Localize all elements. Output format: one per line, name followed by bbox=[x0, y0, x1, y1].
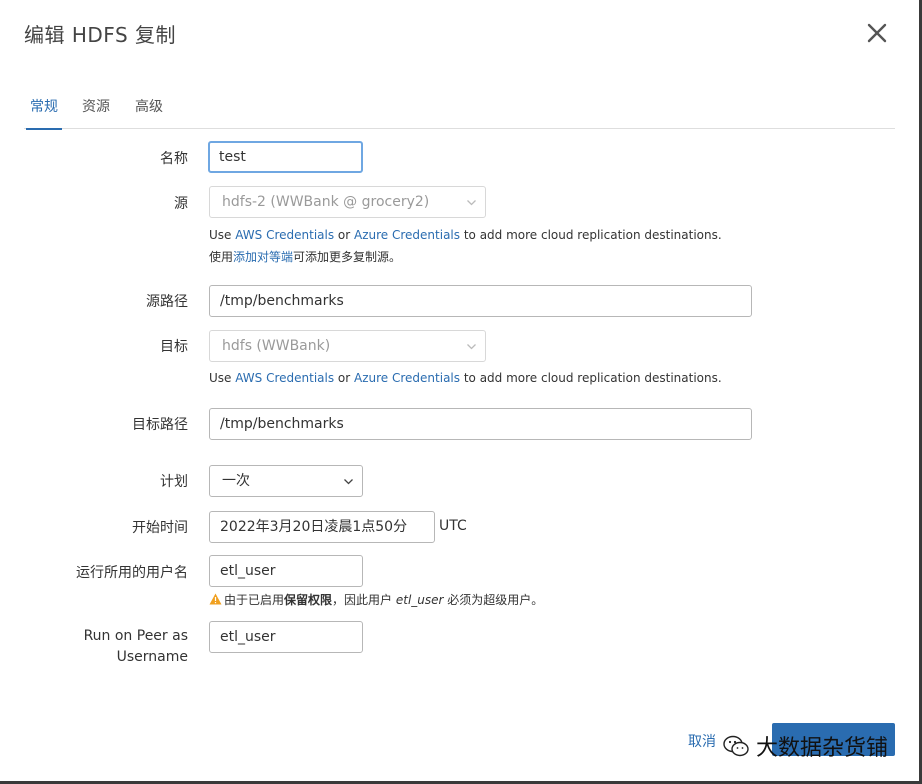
dialog-title: 编辑 HDFS 复制 bbox=[24, 23, 177, 47]
timezone-label: UTC bbox=[439, 518, 467, 534]
help-text: Use bbox=[209, 228, 236, 242]
warning-text: 由于已启用 bbox=[224, 593, 285, 607]
azure-credentials-link[interactable]: Azure Credentials bbox=[354, 228, 460, 242]
target-select-value: hdfs (WWBank) bbox=[222, 338, 331, 354]
help-text: 可添加更多复制源。 bbox=[293, 250, 402, 264]
tab-resources[interactable]: 资源 bbox=[82, 96, 110, 129]
tab-general[interactable]: 常规 bbox=[26, 96, 62, 130]
schedule-select[interactable]: 一次 bbox=[209, 465, 363, 497]
target-path-label: 目标路径 bbox=[132, 417, 188, 433]
azure-credentials-link[interactable]: Azure Credentials bbox=[354, 371, 460, 385]
source-label: 源 bbox=[174, 196, 188, 212]
help-text: Use bbox=[209, 371, 236, 385]
close-icon[interactable] bbox=[864, 20, 890, 46]
warning-text: 必须为超级用户。 bbox=[443, 593, 544, 607]
warning-icon bbox=[209, 593, 222, 605]
aws-credentials-link[interactable]: AWS Credentials bbox=[235, 228, 334, 242]
target-label: 目标 bbox=[160, 339, 188, 355]
help-text: or bbox=[334, 371, 355, 385]
target-help-aws-azure: Use AWS Credentials or Azure Credentials… bbox=[209, 371, 722, 385]
wechat-icon bbox=[723, 735, 749, 757]
help-text: 使用 bbox=[209, 250, 234, 264]
cancel-button[interactable]: 取消 bbox=[688, 731, 716, 751]
tab-bar: 常规 资源 高级 bbox=[24, 96, 895, 130]
watermark-text: 大数据杂货铺 bbox=[756, 736, 889, 761]
tab-advanced[interactable]: 高级 bbox=[135, 96, 163, 129]
warning-text: ，因此用户 bbox=[332, 593, 396, 607]
help-text: to add more cloud replication destinatio… bbox=[460, 228, 722, 242]
run-as-user-input[interactable]: etl_user bbox=[209, 555, 363, 587]
chevron-down-icon bbox=[467, 344, 476, 350]
warning-username: etl_user bbox=[395, 593, 444, 607]
schedule-select-value: 一次 bbox=[222, 473, 250, 489]
name-label: 名称 bbox=[160, 151, 188, 167]
name-input[interactable]: test bbox=[208, 141, 363, 173]
start-time-input[interactable]: 2022年3月20日凌晨1点50分 bbox=[209, 511, 435, 543]
run-on-peer-input[interactable]: etl_user bbox=[209, 621, 363, 653]
start-time-label: 开始时间 bbox=[132, 520, 188, 536]
target-select[interactable]: hdfs (WWBank) bbox=[209, 330, 486, 362]
schedule-label: 计划 bbox=[160, 474, 188, 490]
watermark: 大数据杂货铺 bbox=[722, 730, 888, 762]
source-path-label: 源路径 bbox=[146, 294, 188, 310]
add-peer-link[interactable]: 添加对等端 bbox=[233, 250, 293, 264]
source-help-aws-azure: Use AWS Credentials or Azure Credentials… bbox=[209, 228, 722, 242]
warning-text-bold: 保留权限 bbox=[284, 593, 333, 607]
run-on-peer-label-line1: Run on Peer as bbox=[83, 628, 188, 644]
source-path-input[interactable]: /tmp/benchmarks bbox=[209, 285, 752, 317]
source-help-add-peer: 使用添加对等端可添加更多复制源。 bbox=[209, 248, 401, 265]
source-select-value: hdfs-2 (WWBank @ grocery2) bbox=[222, 194, 430, 210]
run-as-user-label: 运行所用的用户名 bbox=[76, 565, 188, 581]
chevron-down-icon bbox=[467, 200, 476, 206]
help-text: or bbox=[334, 228, 355, 242]
aws-credentials-link[interactable]: AWS Credentials bbox=[235, 371, 334, 385]
target-path-input[interactable]: /tmp/benchmarks bbox=[209, 408, 752, 440]
run-on-peer-label-line2: Username bbox=[116, 649, 188, 665]
superuser-warning: 由于已启用保留权限，因此用户 etl_user 必须为超级用户。 bbox=[209, 591, 543, 608]
help-text: to add more cloud replication destinatio… bbox=[460, 371, 722, 385]
chevron-down-icon bbox=[344, 479, 353, 485]
source-select[interactable]: hdfs-2 (WWBank @ grocery2) bbox=[209, 186, 486, 218]
